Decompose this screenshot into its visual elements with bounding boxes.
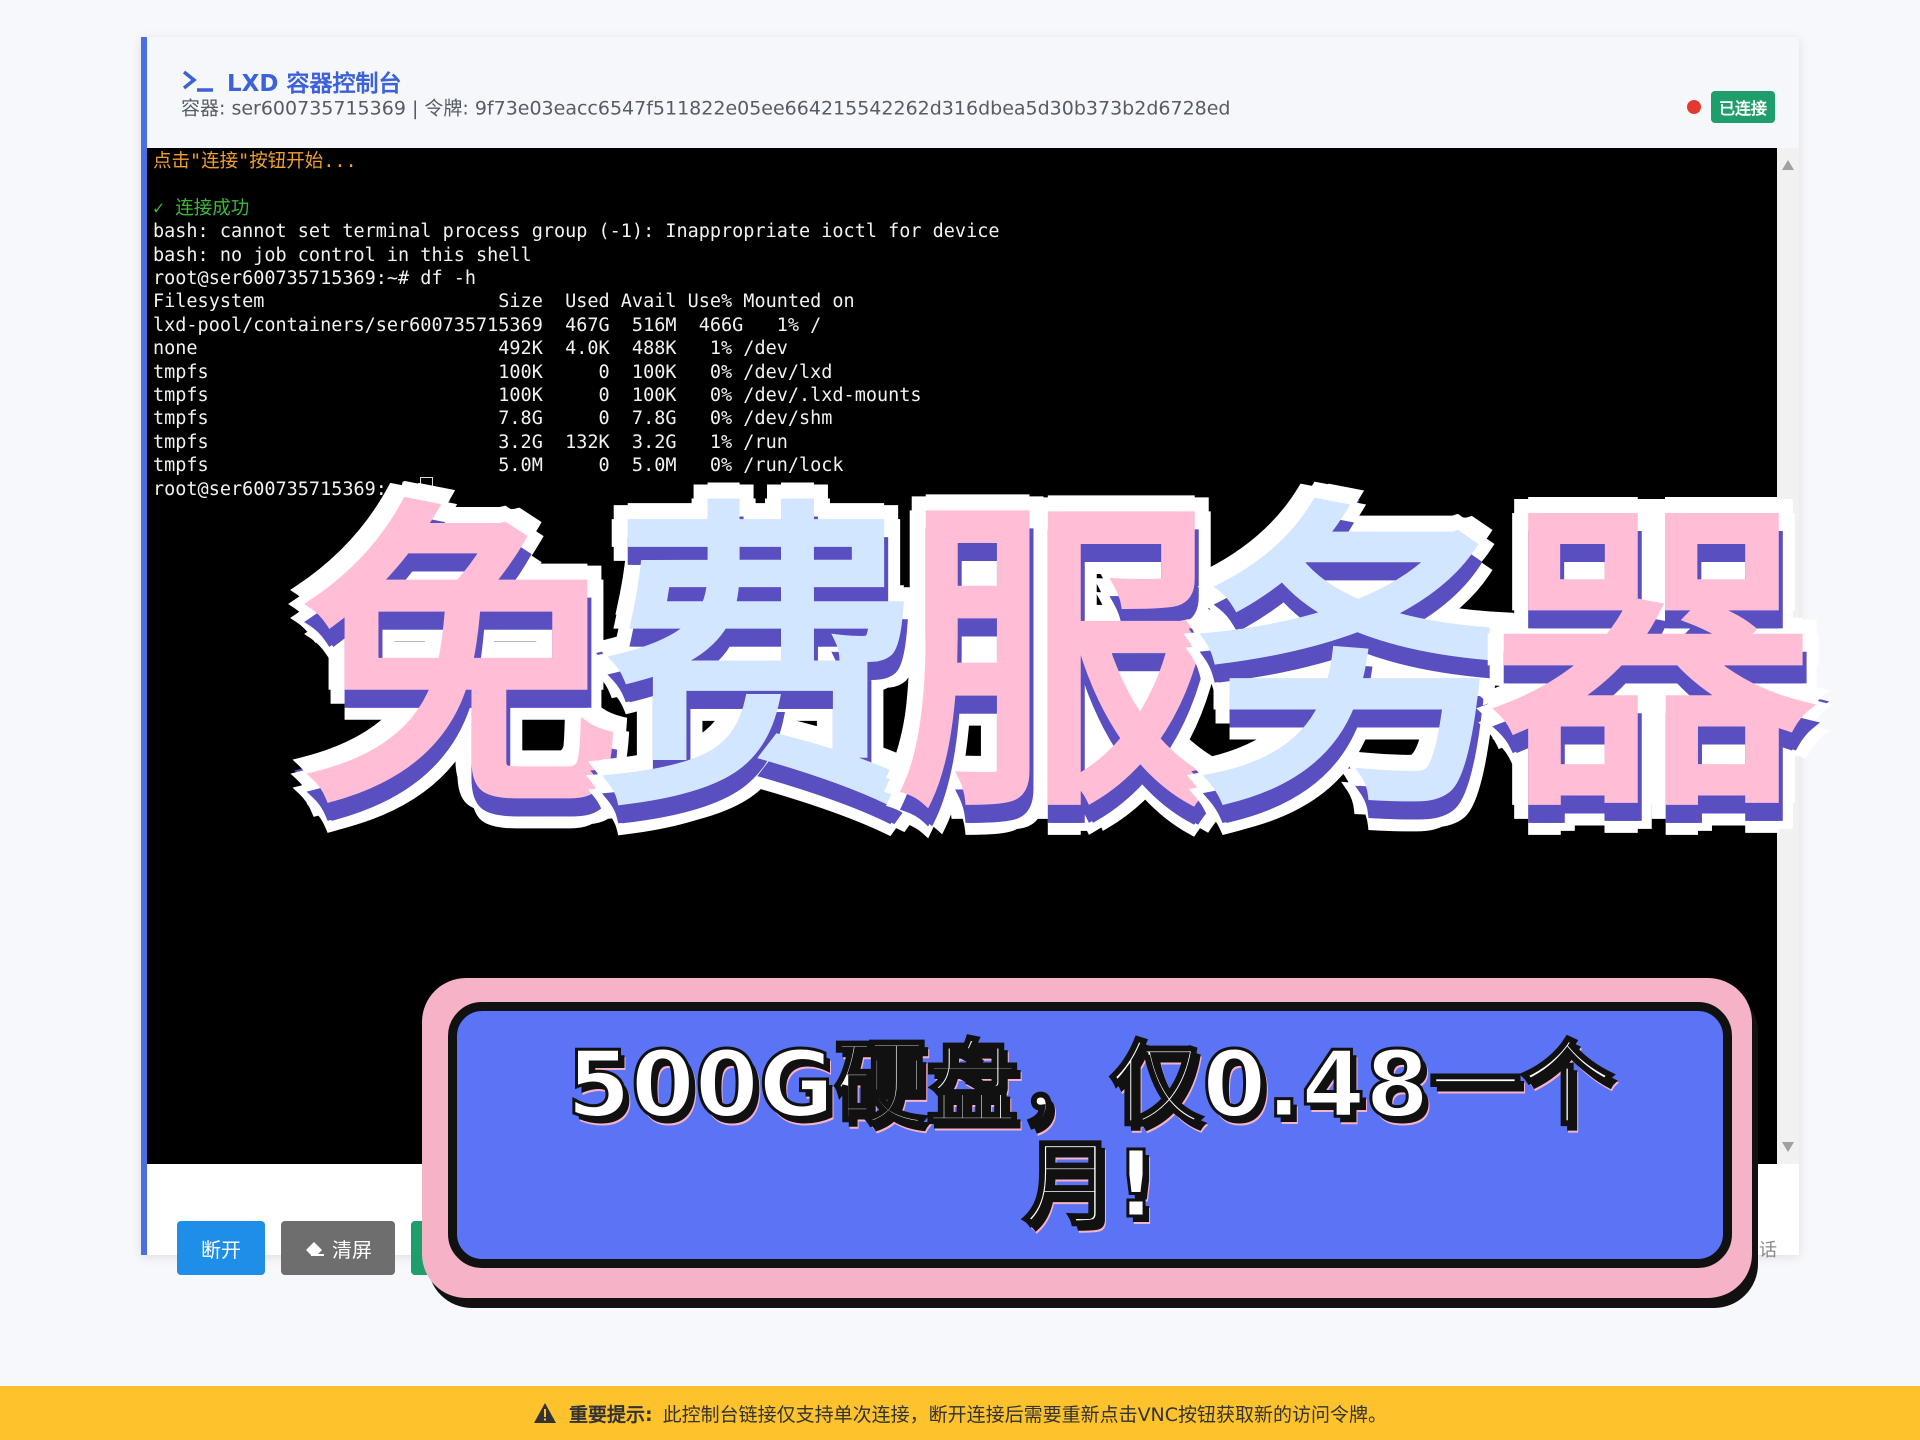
terminal-line: none 492K 4.0K 488K 1% /dev [153,338,788,360]
terminal-line: lxd-pool/containers/ser600735715369 467G… [153,314,822,336]
clear-screen-button[interactable]: 清屏 [281,1221,395,1275]
warning-icon [533,1403,556,1423]
promo-title-char: 费 [592,475,926,850]
container-token-info: 容器: ser600735715369 | 令牌: 9f73e03eacc654… [181,97,1231,120]
important-notice-bar: 重要提示: 此控制台链接仅支持单次连接，断开连接后需要重新点击VNC按钮获取新的… [0,1386,1920,1440]
terminal-line: tmpfs 100K 0 100K 0% /dev/.lxd-mounts [153,384,922,406]
terminal-line: tmpfs 5.0M 0 5.0M 0% /run/lock [153,455,844,477]
terminal-prompt-icon [182,70,213,92]
notice-label: 重要提示: [568,1403,653,1426]
scroll-up-arrow-icon[interactable] [1782,160,1794,170]
terminal-line: bash: no job control in this shell [153,244,532,266]
status-badge: 已连接 [1710,91,1775,123]
terminal-line: root@ser600735715369:~# df -h [153,267,477,289]
promo-banner: 500G硬盘，仅0.48一个月! [448,1002,1732,1268]
status-dot-icon [1686,100,1701,114]
console-header: LXD 容器控制台 容器: ser600735715369 | 令牌: 9f73… [147,37,1799,149]
scroll-down-arrow-icon[interactable] [1782,1142,1794,1152]
disconnect-button[interactable]: 断开 [177,1221,265,1275]
clear-screen-label: 清屏 [332,1237,372,1262]
terminal-line: bash: cannot set terminal process group … [153,221,1000,243]
toolbar-hint-text: 话 [1759,1240,1777,1261]
promo-title-char: 器 [1486,475,1820,850]
terminal-line: tmpfs 100K 0 100K 0% /dev/lxd [153,361,833,383]
terminal-line: tmpfs 3.2G 132K 3.2G 1% /run [153,431,788,453]
promo-big-title: 免费服务器 [294,475,1860,850]
notice-text: 此控制台链接仅支持单次连接，断开连接后需要重新点击VNC按钮获取新的访问令牌。 [662,1403,1388,1426]
terminal-line: Filesystem Size Used Avail Use% Mounted … [153,291,855,313]
promo-title-char: 免 [294,475,628,850]
terminal-lines: 点击"连接"按钮开始... ✓ 连接成功 bash: cannot set term… [153,150,999,501]
terminal-line: tmpfs 7.8G 0 7.8G 0% /dev/shm [153,408,833,430]
disconnect-label: 断开 [201,1237,241,1262]
promo-title-char: 务 [1188,475,1522,850]
promo-title-char: 服 [890,475,1224,850]
terminal-line: 点击"连接"按钮开始... [153,151,357,172]
connection-status: 已连接 [1686,91,1775,123]
terminal-line: ✓ 连接成功 [153,197,250,219]
eraser-icon [306,1242,324,1256]
promo-banner-text: 500G硬盘，仅0.48一个月! [565,1031,1615,1238]
